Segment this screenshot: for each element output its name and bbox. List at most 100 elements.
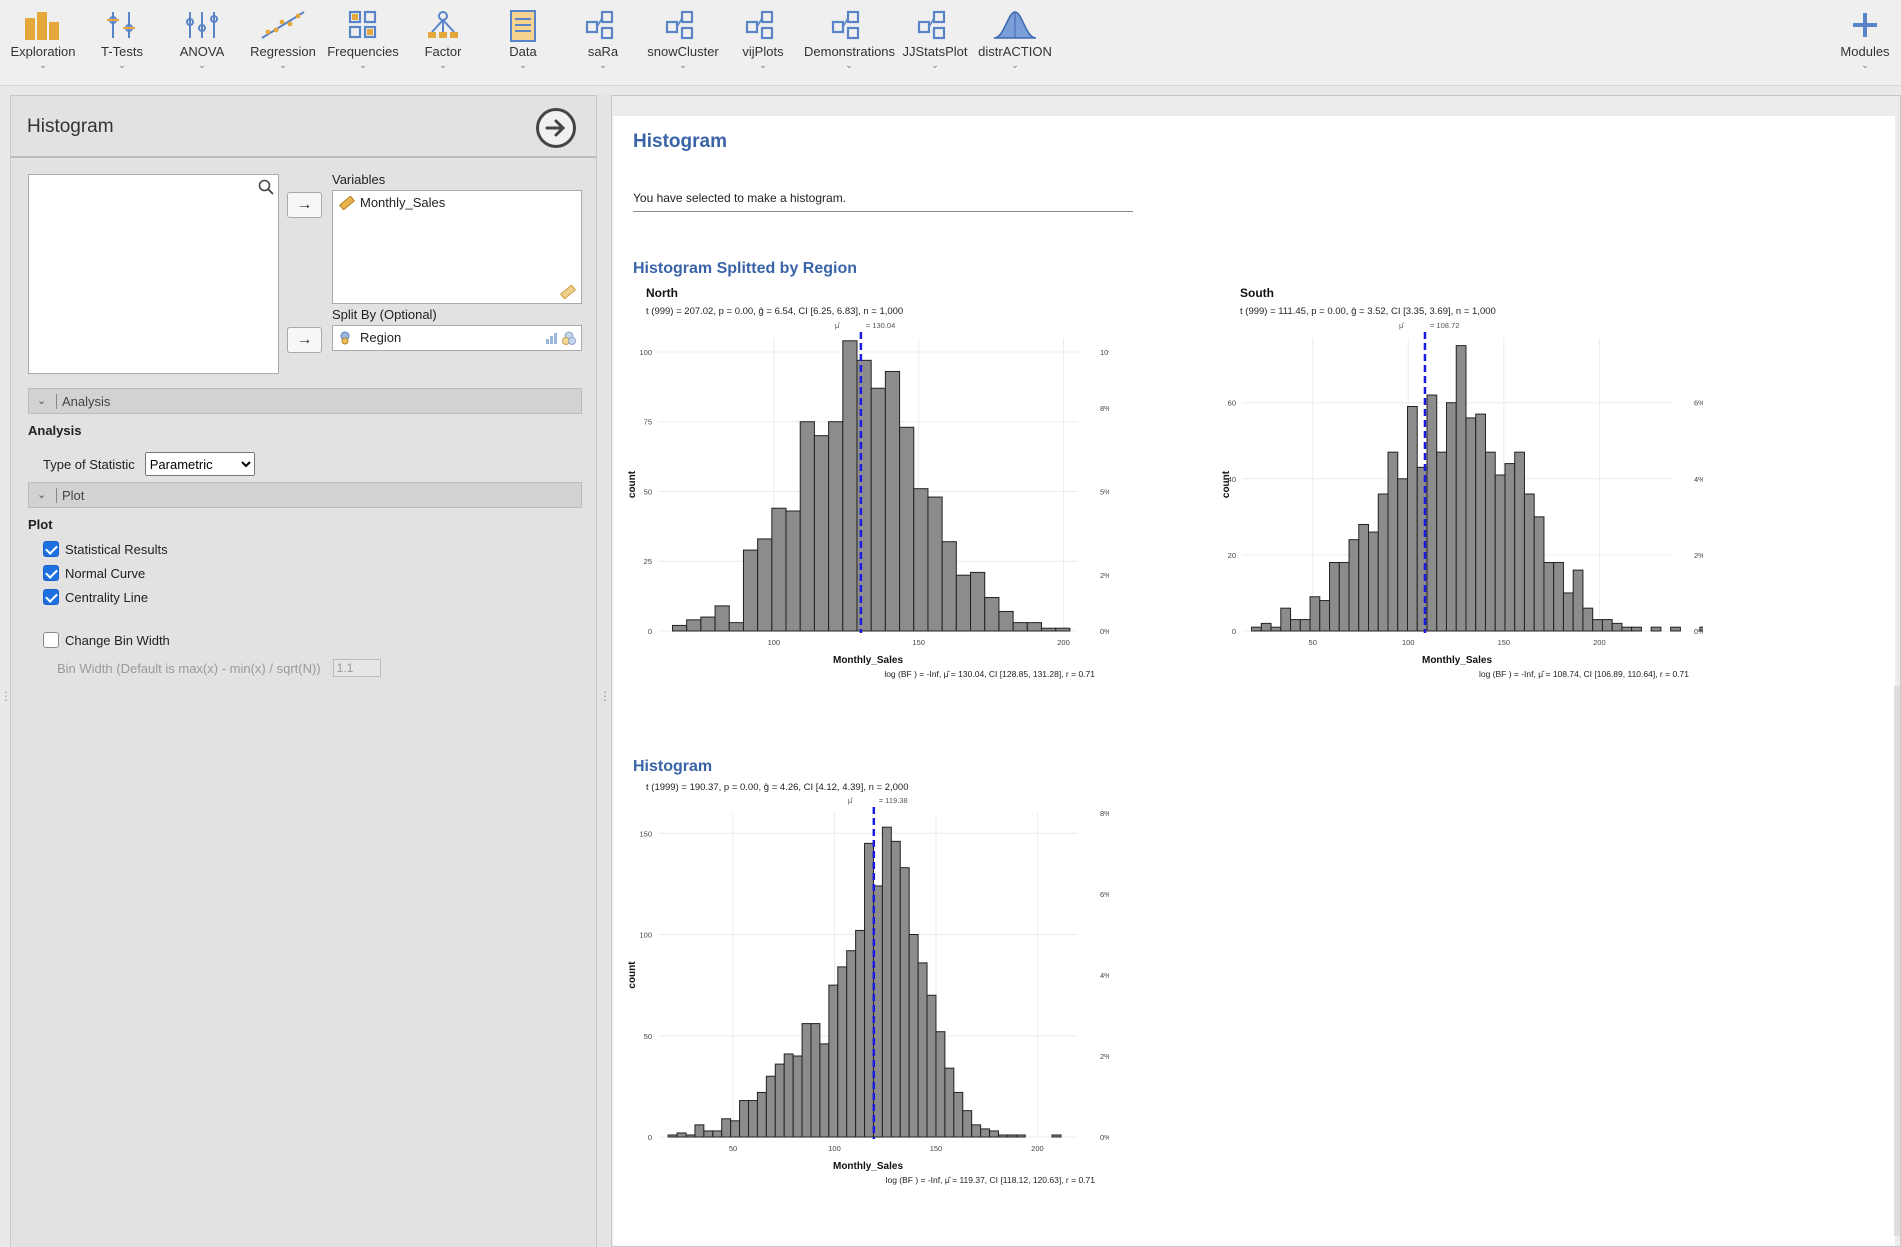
move-to-variables-button[interactable]: → <box>287 192 322 218</box>
variables-box[interactable]: Monthly_Sales <box>332 190 582 304</box>
chevron-down-icon: ⌄ <box>1861 60 1869 70</box>
toolbar-exploration[interactable]: Exploration ⌄ <box>0 10 88 71</box>
y2-tick-label: 8% <box>1100 404 1109 413</box>
x-axis-label: Monthly_Sales <box>1422 655 1492 666</box>
toolbar-t-tests[interactable]: T-Tests ⌄ <box>77 10 167 71</box>
run-button[interactable] <box>536 108 576 148</box>
analysis-heading: Analysis <box>28 423 82 438</box>
histogram-bar <box>774 1063 785 1138</box>
toolbar-label: T-Tests <box>101 44 143 59</box>
histogram-bar <box>1436 451 1447 632</box>
histogram-bar <box>926 994 937 1138</box>
histogram-bar <box>1465 417 1477 632</box>
histogram-bar <box>810 1023 821 1138</box>
x-tick-label: 100 <box>768 638 781 647</box>
module-icon <box>558 10 648 42</box>
plot-section-toggle[interactable]: ⌄ Plot <box>28 482 582 508</box>
toolbar-snowcluster[interactable]: snowCluster ⌄ <box>638 10 728 71</box>
normal-curve-option[interactable]: Normal Curve <box>43 565 145 581</box>
histogram-bar <box>1553 562 1564 632</box>
histogram-bar <box>955 574 972 632</box>
toolbar-factor[interactable]: Factor ⌄ <box>398 10 488 71</box>
y-axis-label: count <box>1221 470 1232 498</box>
nominal-icon <box>340 331 350 344</box>
split-variable-item[interactable]: Region <box>339 330 401 345</box>
x-tick-label: 200 <box>1031 1144 1044 1153</box>
panel-splitter[interactable]: ⋮ <box>597 95 611 1247</box>
histogram-bar <box>1455 345 1467 632</box>
stats-caption: log (BF ) = -Inf, μ̂ = 108.74, CI [106.8… <box>1479 669 1689 679</box>
toolbar-anova[interactable]: ANOVA ⌄ <box>157 10 247 71</box>
toolbar-distraction[interactable]: distrACTION ⌄ <box>970 10 1060 71</box>
histogram-bar <box>941 541 957 632</box>
bin-width-input[interactable] <box>332 659 381 677</box>
anova-icon <box>157 10 247 42</box>
split-by-box[interactable]: Region <box>332 325 582 351</box>
toolbar-modules[interactable]: Modules ⌄ <box>1820 10 1901 71</box>
t-tests-icon <box>77 10 167 42</box>
nominal-icon <box>562 331 576 345</box>
histogram-bar <box>703 1130 714 1138</box>
toolbar-data[interactable]: Data ⌄ <box>478 10 568 71</box>
scrollbar[interactable] <box>1894 686 1900 1236</box>
y2-tick-label: 6% <box>1694 399 1703 408</box>
y-tick-label: 0 <box>648 1133 652 1142</box>
histogram-bar <box>1280 607 1292 632</box>
histogram-north: North t (999) = 207.02, p = 0.00, ĝ = 6.5… <box>627 286 1109 679</box>
toolbar-label: Regression <box>250 44 316 59</box>
y-axis-label: count <box>627 961 638 989</box>
analysis-section-toggle[interactable]: ⌄ Analysis <box>28 388 582 414</box>
change-bin-width-option[interactable]: Change Bin Width <box>43 632 170 648</box>
centrality-line-checkbox[interactable] <box>43 589 59 605</box>
toolbar-sara[interactable]: saRa ⌄ <box>558 10 648 71</box>
y-tick-label: 25 <box>644 557 652 566</box>
toolbar-jjstatsplot[interactable]: JJStatsPlot ⌄ <box>890 10 980 71</box>
toolbar-label: distrACTION <box>978 44 1052 59</box>
histogram-bar <box>913 488 929 632</box>
chevron-down-icon: ⌄ <box>198 60 206 70</box>
plus-icon <box>1820 10 1901 42</box>
x-tick-label: 150 <box>912 638 925 647</box>
histogram-bar <box>1582 607 1594 632</box>
histogram-bar <box>1260 622 1272 632</box>
histogram-bar <box>686 619 702 632</box>
search-icon[interactable] <box>258 179 274 195</box>
histogram-bar <box>1290 619 1301 632</box>
bin-width-row: Bin Width (Default is max(x) - min(x) / … <box>57 659 381 677</box>
toolbar-regression[interactable]: Regression ⌄ <box>238 10 328 71</box>
statistical-results-option[interactable]: Statistical Results <box>43 541 168 557</box>
chevron-down-icon: ⌄ <box>759 60 767 70</box>
centrality-line-option[interactable]: Centrality Line <box>43 589 148 605</box>
type-of-statistic-select[interactable]: Parametric <box>144 452 255 476</box>
histogram-bar <box>819 1043 830 1138</box>
toolbar-demonstrations[interactable]: Demonstrations ⌄ <box>804 10 895 71</box>
toolbar-vijplots[interactable]: vijPlots ⌄ <box>718 10 808 71</box>
normal-curve-checkbox[interactable] <box>43 565 59 581</box>
drag-handle-icon: ⋮ <box>599 689 611 703</box>
centrality-label: = 108.72 <box>1430 321 1459 330</box>
centrality-symbol: μ̂ <box>848 796 854 805</box>
histogram-bar <box>927 496 943 632</box>
plot-heading: Plot <box>28 517 53 532</box>
arrow-right-icon <box>545 119 566 137</box>
variable-item[interactable]: Monthly_Sales <box>339 195 445 210</box>
x-tick-label: 200 <box>1593 638 1606 647</box>
module-icon <box>804 10 894 42</box>
regression-icon <box>238 10 328 42</box>
bin-width-label: Bin Width (Default is max(x) - min(x) / … <box>57 660 321 676</box>
y2-tick-label: 4% <box>1100 971 1109 980</box>
histogram-bar <box>1445 402 1457 632</box>
variable-source-list[interactable] <box>28 174 279 374</box>
change-bin-width-checkbox[interactable] <box>43 632 59 648</box>
histogram-bar <box>828 984 839 1138</box>
toolbar-frequencies[interactable]: Frequencies ⌄ <box>318 10 408 71</box>
module-icon <box>718 10 808 42</box>
move-to-split-button[interactable]: → <box>287 327 322 353</box>
results-note: You have selected to make a histogram. <box>633 191 847 205</box>
histogram-bar <box>1631 626 1642 632</box>
y-tick-label: 100 <box>639 348 652 357</box>
histogram-bar <box>971 1124 982 1138</box>
statistical-results-checkbox[interactable] <box>43 541 59 557</box>
histogram-bar <box>801 1023 812 1138</box>
histogram-south: South t (999) = 111.45, p = 0.00, ĝ = 3.5… <box>1221 286 1703 679</box>
